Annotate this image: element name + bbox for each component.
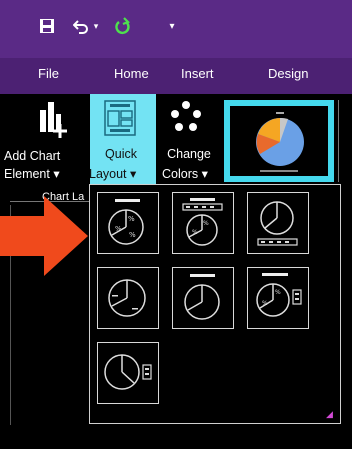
- pie-layout-legend-right-icon: [104, 354, 152, 390]
- pie-chart-preview-icon: [256, 112, 304, 172]
- layout-1-option[interactable]: % % %: [97, 192, 159, 254]
- pie-layout-legend-bottom-icon: [257, 201, 298, 246]
- quick-layout-sublabel: Layout ▾: [89, 167, 137, 181]
- pie-layout-title-icon: [184, 274, 220, 320]
- save-icon[interactable]: [37, 14, 57, 38]
- chart-styles-gallery-scroll[interactable]: [338, 100, 352, 182]
- title-bar: ▾ ▾: [0, 0, 352, 58]
- add-chart-element-icon: [38, 100, 68, 140]
- quick-layout-label: Quick: [105, 147, 137, 161]
- tab-home[interactable]: Home: [114, 66, 149, 81]
- change-colors-button[interactable]: Change Colors ▾: [156, 94, 220, 184]
- tab-insert[interactable]: Insert: [181, 66, 214, 81]
- pie-layout-title-percent-legend-icon: % %: [256, 273, 302, 317]
- layout-3-option[interactable]: [247, 192, 309, 254]
- change-colors-sublabel: Colors ▾: [162, 167, 208, 181]
- tab-file[interactable]: File: [38, 66, 59, 81]
- layout-6-option[interactable]: % %: [247, 267, 309, 329]
- add-chart-element-label: Add Chart: [4, 149, 61, 163]
- undo-dropdown-icon[interactable]: ▾: [90, 14, 102, 38]
- layout-5-option[interactable]: [172, 267, 234, 329]
- tab-design[interactable]: Design: [268, 66, 308, 81]
- change-colors-icon: [169, 100, 203, 134]
- ribbon: Add Chart Element ▾ Quick Layout ▾ Chang…: [0, 94, 352, 184]
- svg-text:%: %: [129, 231, 136, 239]
- quick-layout-dropdown: % % % % % % % ◢: [89, 184, 341, 424]
- quick-layout-button[interactable]: Quick Layout ▾: [89, 94, 156, 184]
- layout-7-option[interactable]: [97, 342, 159, 404]
- layout-4-option[interactable]: [97, 267, 159, 329]
- resize-grip-icon[interactable]: ◢: [326, 410, 334, 419]
- add-chart-element-sublabel: Element ▾: [4, 167, 60, 181]
- pointer-arrow-icon: [0, 196, 88, 276]
- svg-text:%: %: [262, 300, 268, 307]
- svg-text:%: %: [128, 215, 135, 223]
- add-chart-element-button[interactable]: Add Chart Element ▾: [0, 94, 92, 184]
- layout-2-option[interactable]: % %: [172, 192, 234, 254]
- chart-style-thumbnail[interactable]: [224, 100, 334, 182]
- redo-icon[interactable]: [113, 14, 133, 38]
- excel-window: ▾ ▾ File Home Insert Design Add Chart El…: [0, 0, 352, 449]
- undo-icon[interactable]: [72, 14, 90, 38]
- pie-layout-labels-icon: [108, 279, 146, 317]
- pie-layout-title-legend-top-icon: % %: [182, 198, 223, 246]
- pie-layout-title-percent-icon: % % %: [108, 199, 144, 245]
- ribbon-tabs: File Home Insert Design: [0, 58, 352, 94]
- customize-quick-access-icon[interactable]: ▾: [166, 14, 178, 38]
- quick-layout-icon: [104, 100, 136, 136]
- svg-text:%: %: [192, 229, 198, 236]
- svg-text:%: %: [115, 225, 122, 233]
- change-colors-label: Change: [167, 147, 211, 161]
- svg-text:%: %: [203, 220, 209, 227]
- svg-text:%: %: [275, 289, 281, 296]
